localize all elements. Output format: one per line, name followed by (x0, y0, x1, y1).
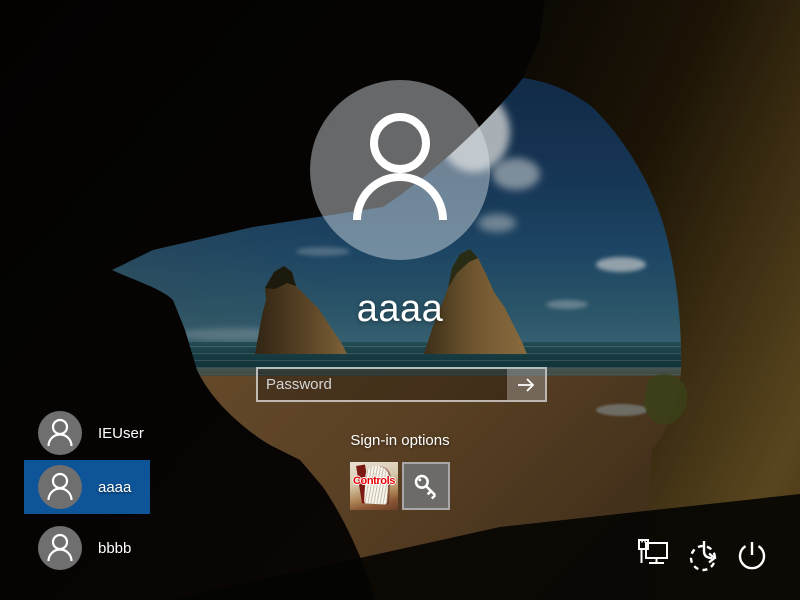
network-icon (638, 539, 668, 564)
ease-of-access-icon (689, 541, 717, 572)
person-icon (47, 418, 73, 447)
island-rock-left-cap (265, 266, 296, 289)
person-icon (47, 533, 73, 562)
arrow-right-icon (518, 377, 535, 392)
user-list-item-bbbb[interactable]: bbbb (24, 521, 150, 575)
key-icon (414, 474, 437, 500)
controls-provider-label: Controls (352, 475, 396, 487)
cave-pillar-moss (644, 373, 688, 425)
person-icon (353, 113, 447, 221)
signed-in-username: aaaa (356, 288, 444, 330)
user-list-item-ieuser[interactable]: IEUser (24, 406, 150, 460)
user-avatar-small (38, 526, 82, 570)
person-icon (47, 472, 73, 501)
password-field[interactable] (256, 367, 547, 402)
ease-of-access-button[interactable] (684, 536, 724, 576)
user-name-label: bbbb (98, 539, 132, 557)
user-list-item-aaaa[interactable]: aaaa (24, 460, 150, 514)
power-button[interactable] (732, 536, 772, 576)
user-avatar-large (310, 80, 490, 260)
wallpaper-tide-pool (596, 404, 648, 416)
login-screen: aaaa Sign-in options Controls IEUser aaa… (0, 0, 800, 600)
password-input[interactable] (258, 369, 507, 400)
user-avatar-small (38, 411, 82, 455)
user-name-label: IEUser (98, 424, 144, 442)
cloud (596, 257, 646, 272)
network-button[interactable] (633, 536, 673, 576)
signin-option-controls-provider[interactable]: Controls (350, 462, 398, 510)
cloud (492, 158, 540, 190)
user-name-label: aaaa (98, 478, 132, 496)
power-icon (738, 542, 766, 570)
signin-option-password[interactable] (402, 462, 450, 510)
submit-password-button[interactable] (507, 369, 545, 400)
user-avatar-small (38, 465, 82, 509)
wallpaper-sky-haze (0, 150, 340, 400)
